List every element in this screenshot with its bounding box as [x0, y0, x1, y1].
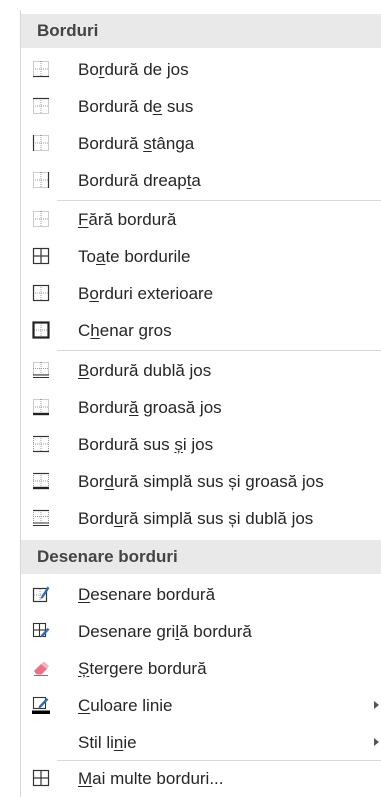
thick-bottom-border-icon — [33, 399, 49, 416]
menu-item-top-bottom-border[interactable]: Bordură sus și jos — [21, 426, 381, 463]
bottom-double-border-icon — [33, 362, 49, 378]
menu-item-thick-bottom-border[interactable]: Bordură groasă jos — [21, 389, 381, 426]
menu-item-top-double-bottom-border[interactable]: Bordură simplă sus și dublă jos — [21, 500, 381, 537]
menu-item-label: Chenar gros — [78, 321, 172, 340]
menu-item-left-border[interactable]: Bordură stânga — [21, 125, 381, 162]
menu-item-label: Bordură groasă jos — [78, 398, 222, 417]
border-bottom-icon — [33, 61, 49, 78]
menu-item-line-style[interactable]: Stil linie — [21, 724, 381, 761]
menu-item-label: Bordură de jos — [78, 60, 189, 79]
submenu-arrow-icon — [374, 701, 379, 709]
section-header-desenare-borduri: Desenare borduri — [21, 540, 381, 574]
menu-item-label: Borduri exterioare — [78, 284, 214, 303]
menu-item-more-borders[interactable]: Mai multe borduri... — [21, 760, 381, 797]
line-color-icon — [32, 696, 50, 714]
menu-item-draw-border[interactable]: Desenare bordură — [21, 576, 381, 613]
menu-item-no-border[interactable]: Fără bordură — [21, 201, 381, 238]
menu-item-label: Bordură de sus — [78, 97, 194, 116]
menu-item-label: Ștergere bordură — [78, 659, 207, 678]
more-borders-icon — [32, 769, 50, 787]
menu-item-label: Bordură dreapta — [78, 171, 201, 190]
menu-item-erase-border[interactable]: Ștergere bordură — [21, 650, 381, 687]
menu-separator — [57, 350, 381, 351]
menu-item-all-borders[interactable]: Toate bordurile — [21, 238, 381, 275]
menu-item-label: Bordură simplă sus și groasă jos — [78, 472, 324, 491]
outside-borders-icon — [32, 284, 50, 302]
border-left-icon — [32, 135, 49, 151]
menu-item-label: Stil linie — [78, 733, 137, 752]
menu-item-thick-box-border[interactable]: Chenar gros — [21, 312, 381, 349]
top-double-bottom-border-icon — [33, 509, 49, 526]
menu-item-right-border[interactable]: Bordură dreapta — [21, 162, 381, 199]
menu-item-top-thick-bottom-border[interactable]: Bordură simplă sus și groasă jos — [21, 463, 381, 500]
menu-item-label: Bordură stânga — [78, 134, 195, 153]
menu-item-bottom-border[interactable]: Bordură de jos — [21, 51, 381, 88]
menu-item-label: Culoare linie — [78, 696, 173, 715]
draw-border-icon — [32, 586, 50, 603]
menu-item-label: Bordură simplă sus și dublă jos — [78, 509, 314, 528]
no-border-icon — [33, 211, 49, 227]
draw-border-grid-icon — [32, 622, 50, 638]
top-thick-bottom-border-icon — [33, 472, 49, 490]
section-header-borduri: Borduri — [21, 14, 381, 48]
menu-item-line-color[interactable]: Culoare linie — [21, 687, 381, 724]
menu-item-label: Mai multe borduri... — [78, 769, 224, 788]
top-bottom-border-icon — [33, 435, 49, 453]
menu-item-outside-borders[interactable]: Borduri exterioare — [21, 275, 381, 312]
menu-item-label: Desenare bordură — [78, 585, 216, 604]
eraser-icon — [34, 661, 49, 676]
menu-item-top-border[interactable]: Bordură de sus — [21, 88, 381, 125]
menu-item-label: Toate bordurile — [78, 247, 191, 266]
menu-item-label: Fără bordură — [78, 210, 177, 229]
border-top-icon — [33, 97, 49, 114]
menu-item-bottom-double-border[interactable]: Bordură dublă jos — [21, 352, 381, 389]
borders-dropdown-menu: Borduri Bordură de jos Bordură de sus Bo… — [0, 0, 381, 797]
thick-box-border-icon — [32, 321, 50, 339]
border-right-icon — [33, 172, 50, 188]
menu-item-label: Desenare grilă bordură — [78, 622, 252, 641]
all-borders-icon — [32, 247, 50, 265]
menu-item-draw-border-grid[interactable]: Desenare grilă bordură — [21, 613, 381, 650]
menu-item-label: Bordură sus și jos — [78, 435, 214, 454]
menu-item-label: Bordură dublă jos — [78, 361, 212, 380]
submenu-arrow-icon — [374, 738, 379, 746]
